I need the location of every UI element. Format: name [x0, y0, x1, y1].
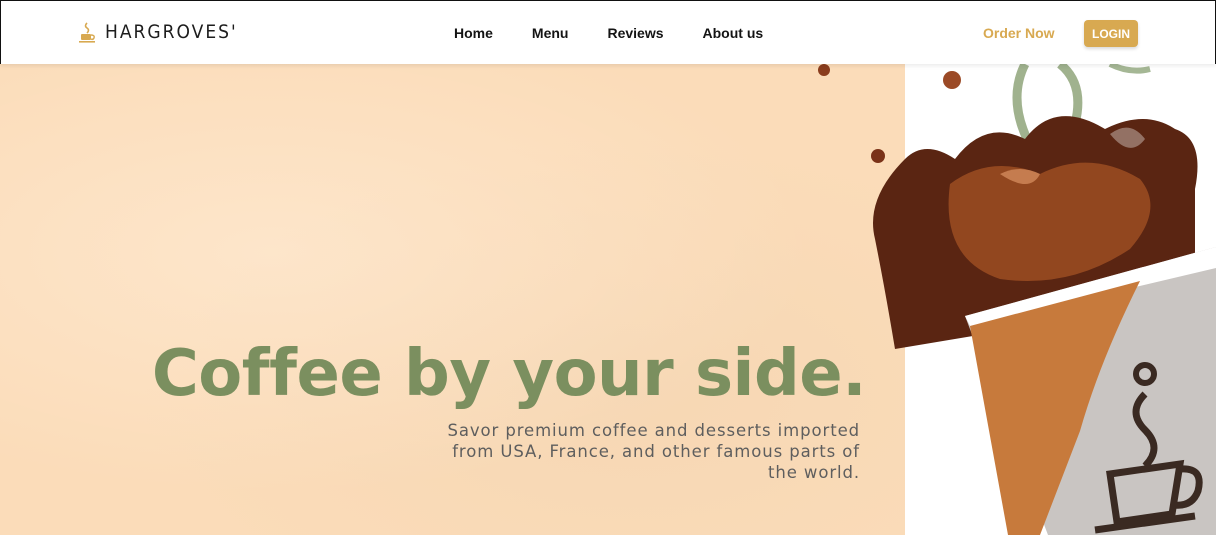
login-button[interactable]: LOGIN: [1084, 20, 1138, 47]
nav-about-us[interactable]: About us: [703, 25, 764, 41]
main-nav: Home Menu Reviews About us: [454, 25, 802, 41]
nav-home[interactable]: Home: [454, 25, 493, 41]
brand-name: HARGROVES': [105, 21, 238, 43]
coffee-cup-icon: [79, 22, 95, 43]
brand[interactable]: HARGROVES': [79, 21, 238, 43]
order-now-link[interactable]: Order Now: [983, 25, 1055, 41]
hero-subtitle: Savor premium coffee and desserts import…: [447, 421, 860, 482]
nav-menu[interactable]: Menu: [532, 25, 569, 41]
coffee-splash-image: [818, 64, 1216, 535]
navbar: HARGROVES' Home Menu Reviews About us Or…: [0, 0, 1216, 64]
hero-section: Coffee by your side. Savor premium coffe…: [0, 64, 1216, 535]
nav-reviews[interactable]: Reviews: [607, 25, 663, 41]
hero-title: Coffee by your side.: [151, 337, 867, 411]
